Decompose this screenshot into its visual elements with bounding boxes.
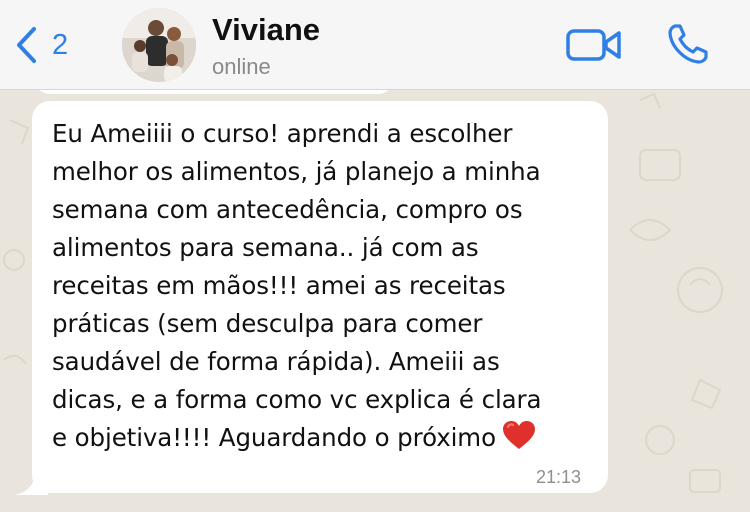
message-line: práticas (sem desculpa para comer (52, 309, 483, 338)
avatar[interactable] (122, 8, 196, 82)
contact-name[interactable]: Viviane (212, 12, 320, 48)
message-line: receitas em mãos!!! amei as receitas (52, 271, 506, 300)
chat-header: 2 Viviane online (0, 0, 750, 90)
message-line: Eu Ameiiii o curso! aprendi a escolher (52, 119, 513, 148)
message-line: dicas, e a forma como vc explica é clara (52, 385, 542, 414)
video-call-button[interactable] (566, 28, 622, 62)
chevron-left-icon (17, 27, 36, 63)
message-text: Eu Ameiiii o curso! aprendi a escolher m… (52, 115, 597, 457)
message-line: melhor os alimentos, já planejo a minha (52, 157, 541, 186)
contact-status: online (212, 54, 271, 79)
message-last-line: e objetiva!!!! Aguardando o próximo (52, 419, 597, 457)
message-line: semana com antecedência, compro os (52, 195, 523, 224)
message-line: saudável de forma rápida). Ameiii as (52, 347, 500, 376)
back-button[interactable]: 2 (14, 22, 94, 68)
message-line: alimentos para semana.. já com as (52, 233, 479, 262)
unread-count: 2 (52, 28, 69, 61)
voice-call-button[interactable] (666, 22, 710, 66)
video-camera-icon (566, 29, 621, 61)
phone-icon (668, 24, 708, 64)
message-timestamp: 21:13 (536, 467, 582, 487)
message-line: e objetiva!!!! Aguardando o próximo (52, 423, 496, 452)
red-heart-icon (502, 421, 535, 449)
